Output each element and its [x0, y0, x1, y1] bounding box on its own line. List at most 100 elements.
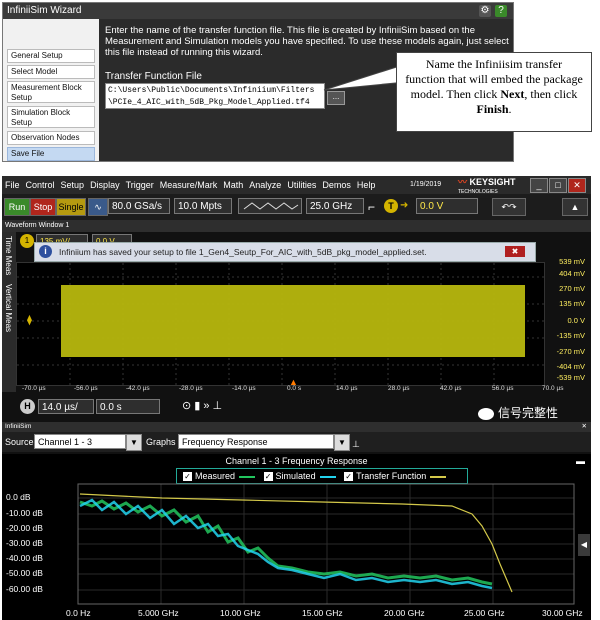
bandwidth-field[interactable]: 25.0 GHz — [306, 198, 364, 214]
save-notification: i Infiniium has saved your setup to file… — [34, 242, 536, 262]
step-simulation-block-setup[interactable]: Simulation Block Setup — [7, 106, 95, 128]
step-measurement-block-setup[interactable]: Measurement Block Setup — [7, 81, 95, 103]
wf-x-label: -28.0 µs — [179, 385, 203, 392]
timebase-delay-field[interactable]: 0.0 s — [96, 399, 160, 414]
waveform-display[interactable]: ⧫ ▲ — [16, 262, 545, 387]
step-select-model[interactable]: Select Model — [7, 65, 95, 79]
wf-y-label: 539 mV — [559, 257, 585, 266]
infiniisim-controls: Source Channel 1 - 3 ▼ Graphs Frequency … — [2, 432, 591, 452]
plot-y-label: -60.00 dB — [6, 584, 43, 594]
wf-x-label: -56.0 µs — [74, 385, 98, 392]
menu-control[interactable]: Control — [23, 180, 58, 190]
plot-x-label: 0.0 Hz — [66, 608, 91, 618]
tab-time-meas[interactable]: Time Meas — [4, 236, 13, 275]
trigger-edge-icon[interactable]: ⌐ — [368, 200, 375, 214]
run-button[interactable]: Run — [4, 198, 30, 216]
step-observation-nodes[interactable]: Observation Nodes — [7, 131, 95, 145]
source-select[interactable]: Channel 1 - 3 — [34, 434, 126, 449]
menu-measure-mark[interactable]: Measure/Mark — [157, 180, 221, 190]
watermark: 信号完整性 — [478, 404, 558, 421]
menu-utilities[interactable]: Utilities — [284, 180, 319, 190]
side-tabs: Time Meas Vertical Meas — [2, 232, 16, 392]
timebase-scale-field[interactable]: 14.0 µs/ — [38, 399, 94, 414]
menu-display[interactable]: Display — [87, 180, 123, 190]
wf-y-label: -539 mV — [556, 373, 585, 382]
notification-close-button[interactable]: ✖ — [505, 246, 525, 257]
wf-y-label: 270 mV — [559, 284, 585, 293]
menu-help[interactable]: Help — [354, 180, 379, 190]
date-display: 1/19/2019 — [410, 181, 442, 188]
undo-redo-icon[interactable]: ↶↷ — [492, 198, 526, 216]
wizard-title-bar: InfiniiSim Wizard ⚙ ? — [3, 3, 513, 19]
gear-icon[interactable]: ⚙ — [479, 5, 491, 17]
plot-y-label: -50.00 dB — [6, 568, 43, 578]
tf-path-line-1: C:\Users\Public\Documents\Infiniium\Filt… — [108, 86, 315, 95]
wizard-steps-panel: General Setup Select Model Measurement B… — [3, 19, 99, 161]
panel-close-icon[interactable]: ✕ — [582, 422, 587, 432]
tf-path-line-2: \PCIe_4_AIC_with_5dB_Pkg_Model_Applied.t… — [108, 98, 310, 107]
plot-y-label: -40.00 dB — [6, 553, 43, 563]
pin-icon[interactable]: ⊥ — [352, 434, 360, 454]
wf-x-label: 28.0 µs — [388, 385, 410, 392]
step-save-file[interactable]: Save File — [7, 147, 95, 161]
memory-depth-field[interactable]: 10.0 Mpts — [174, 198, 232, 214]
menu-file[interactable]: File — [2, 180, 23, 190]
waveform-window-title: Waveform Window 1 — [2, 220, 591, 232]
menu-demos[interactable]: Demos — [319, 180, 354, 190]
waveform-trace — [61, 285, 525, 357]
bandwidth-waveform-icon[interactable] — [238, 198, 302, 214]
auto-scale-icon[interactable]: ∿ — [88, 198, 108, 216]
step-general-setup[interactable]: General Setup — [7, 49, 95, 63]
marker-icon[interactable]: ▲ — [562, 198, 588, 216]
zoom-icon[interactable]: ⊙ ▮ » ⊥ — [182, 399, 222, 412]
plot-x-label: 5.000 GHz — [138, 608, 179, 618]
plot-x-label: 15.00 GHz — [302, 608, 343, 618]
horizontal-badge[interactable]: H — [20, 399, 35, 414]
wf-x-label: 0.0 s — [287, 385, 302, 392]
help-button[interactable]: ? — [495, 5, 507, 17]
menu-trigger[interactable]: Trigger — [123, 180, 157, 190]
close-button[interactable]: ✕ — [568, 178, 586, 193]
plot-x-label: 30.00 GHz — [542, 608, 583, 618]
timebase-controls: H 14.0 µs/ 0.0 s ⊙ ▮ » ⊥ — [16, 398, 296, 416]
wf-x-label: 56.0 µs — [492, 385, 514, 392]
chevron-down-icon[interactable]: ▼ — [334, 434, 350, 451]
callout-text-3: . — [508, 102, 512, 116]
trigger-source-badge[interactable]: T — [384, 199, 398, 213]
notification-text: Infiniium has saved your setup to file 1… — [59, 247, 427, 257]
wf-y-label: 404 mV — [559, 269, 585, 278]
transfer-function-file-input[interactable]: C:\Users\Public\Documents\Infiniium\Filt… — [105, 83, 325, 109]
menu-analyze[interactable]: Analyze — [246, 180, 284, 190]
callout-finish: Finish — [476, 102, 509, 116]
ground-marker-icon[interactable]: ⧫ — [27, 315, 32, 326]
plot-y-label: -30.00 dB — [6, 538, 43, 548]
chevron-down-icon[interactable]: ▼ — [126, 434, 142, 451]
plot-x-label: 10.00 GHz — [220, 608, 261, 618]
panel-expand-handle[interactable]: ◀ — [578, 534, 590, 556]
instruction-callout: Name the Infiniisim transfer function th… — [396, 52, 592, 132]
source-label: Source — [5, 437, 34, 447]
menu-setup[interactable]: Setup — [58, 180, 88, 190]
main-toolbar: Run Stop Single ∿ 80.0 GSa/s 10.0 Mpts 2… — [2, 194, 591, 220]
wf-x-label: 70.0 µs — [542, 385, 564, 392]
callout-next: Next — [500, 87, 525, 101]
maximize-button[interactable]: □ — [549, 178, 567, 193]
frequency-response-traces — [77, 483, 575, 605]
minimize-button[interactable]: _ — [530, 178, 548, 193]
wf-y-label: -135 mV — [556, 331, 585, 340]
sample-rate-field[interactable]: 80.0 GSa/s — [108, 198, 170, 214]
plot-x-label: 20.00 GHz — [384, 608, 425, 618]
menu-math[interactable]: Math — [220, 180, 246, 190]
tab-vertical-meas[interactable]: Vertical Meas — [4, 284, 13, 332]
trigger-level-field[interactable]: 0.0 V — [416, 198, 478, 214]
wf-x-label: -70.0 µs — [22, 385, 46, 392]
transfer-function-file-label: Transfer Function File — [105, 71, 202, 82]
stop-button[interactable]: Stop — [30, 198, 56, 216]
single-button[interactable]: Single — [56, 198, 86, 216]
plot-x-label: 25.00 GHz — [464, 608, 505, 618]
channel-1-badge[interactable]: 1 — [20, 234, 34, 248]
graphs-select[interactable]: Frequency Response — [178, 434, 334, 449]
wf-y-label: -270 mV — [556, 347, 585, 356]
trigger-arrow-icon: ➜ — [400, 200, 409, 211]
plot-y-label: -20.00 dB — [6, 523, 43, 533]
